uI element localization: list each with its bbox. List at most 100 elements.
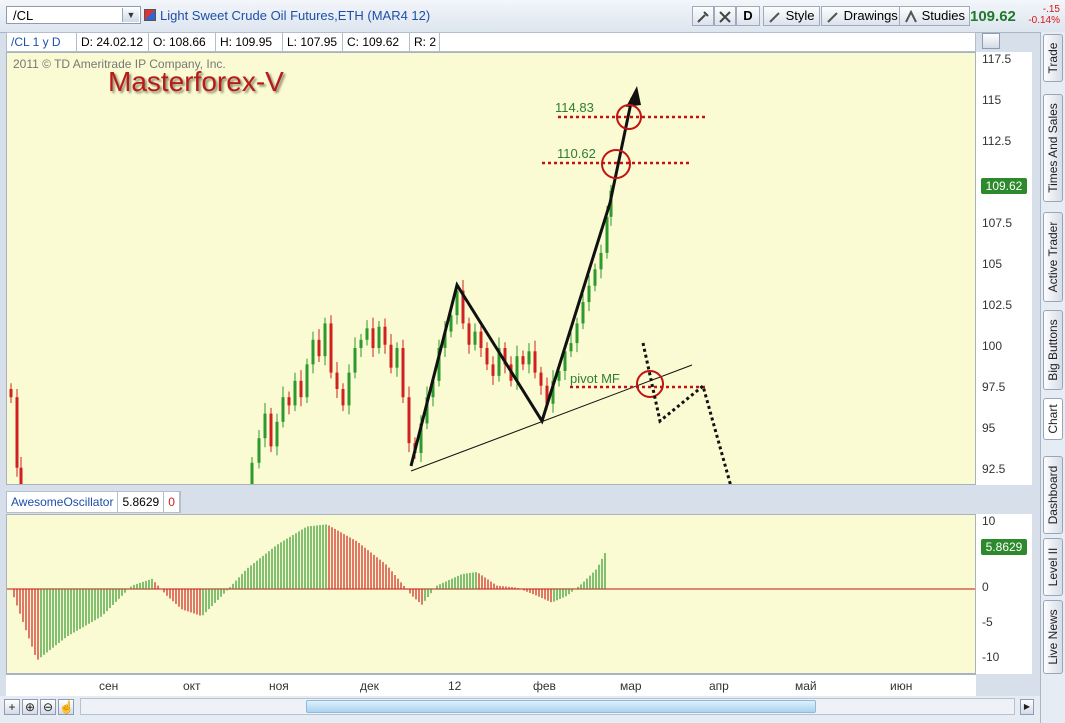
candle-body xyxy=(287,397,291,406)
candle-body xyxy=(383,326,387,345)
candle-body xyxy=(389,344,393,368)
symbol-period[interactable]: /CL 1 y D xyxy=(7,33,77,51)
tab-dashboard[interactable]: Dashboard xyxy=(1043,456,1063,534)
candle-body xyxy=(341,389,345,406)
candle-body xyxy=(299,380,303,398)
zoom-out-icon[interactable]: ⊖ xyxy=(40,699,56,715)
date-label: фев xyxy=(533,679,556,693)
price-axis-label: 97.5 xyxy=(982,380,1006,394)
drawings-button[interactable]: Drawings xyxy=(821,6,903,26)
candle-body xyxy=(593,269,597,286)
price-axis-label: 100 xyxy=(982,339,1003,353)
current-price-tag: 109.62 xyxy=(981,178,1027,194)
candle-body xyxy=(323,323,327,357)
price-axis-label: 117.5 xyxy=(982,52,1012,66)
bar-range: R: 2 xyxy=(410,33,440,51)
candle-body xyxy=(250,462,254,484)
osc-axis-label: -5 xyxy=(982,615,993,629)
candle-body xyxy=(467,323,471,345)
candle-body xyxy=(401,348,405,398)
date-label: июн xyxy=(890,679,913,693)
tab-chart[interactable]: Chart xyxy=(1043,398,1063,440)
chart-settings-icon[interactable] xyxy=(982,33,1000,49)
scrollbar-thumb[interactable] xyxy=(306,700,816,713)
oscillator-value: 5.8629 xyxy=(118,492,165,512)
pencil-icon xyxy=(827,11,838,23)
symbol-selector[interactable]: /CL ▼ xyxy=(6,6,141,24)
tab-trade[interactable]: Trade xyxy=(1043,34,1063,82)
oscillator-extra: 0 xyxy=(164,492,180,512)
price-change: -.15 -0.14% xyxy=(1026,4,1060,26)
candle-body xyxy=(473,331,477,345)
tab-times-and-sales[interactable]: Times And Sales xyxy=(1043,94,1063,202)
style-button[interactable]: Style xyxy=(763,6,820,26)
candle-body xyxy=(311,339,315,365)
studies-label: Studies xyxy=(921,8,965,23)
symbol-input[interactable]: /CL xyxy=(13,8,33,23)
instrument-flag-icon xyxy=(144,9,156,21)
crosshair-icon[interactable]: + xyxy=(4,699,20,715)
candle-body xyxy=(521,356,525,365)
arrow-head-up xyxy=(626,86,641,107)
date-label: ноя xyxy=(269,679,289,693)
drawings-label: Drawings xyxy=(843,8,898,23)
candle-body xyxy=(587,285,591,303)
tab-label: Times And Sales xyxy=(1046,103,1060,193)
scroll-right-icon[interactable]: ▶ xyxy=(1020,699,1034,715)
forecast-path xyxy=(641,342,732,484)
change-percent: -0.14% xyxy=(1028,15,1060,26)
candle-body xyxy=(293,380,297,406)
candle-body xyxy=(569,343,573,352)
tab-active-trader[interactable]: Active Trader xyxy=(1043,212,1063,302)
price-axis-label: 105 xyxy=(982,257,1003,271)
tab-label: Chart xyxy=(1046,404,1060,434)
chart-info-bar: /CL 1 y D D: 24.02.12 O: 108.66 H: 109.9… xyxy=(6,32,976,52)
price-chart[interactable]: 2011 © TD Ameritrade IP Company, Inc. xyxy=(6,52,976,485)
date-axis[interactable]: сен окт ноя дек 12 фев мар апр май июн xyxy=(6,674,976,697)
price-axis-label: 112.5 xyxy=(982,134,1012,148)
oscillator-axis[interactable]: 10 0 -5 -10 5.8629 xyxy=(976,514,1032,674)
candle-body xyxy=(539,372,543,386)
tab-label: Big Buttons xyxy=(1046,319,1060,381)
studies-icon xyxy=(905,9,917,23)
tools-icon[interactable] xyxy=(692,6,714,26)
candle-body xyxy=(19,467,23,484)
pan-icon[interactable]: ☝ xyxy=(58,699,74,715)
candle-body xyxy=(281,397,285,422)
date-label: мар xyxy=(620,679,642,693)
candle-body xyxy=(269,413,273,447)
date-label: 12 xyxy=(448,679,462,693)
right-sidebar: Trade Times And Sales Active Trader Big … xyxy=(1040,32,1065,723)
bar-high: H: 109.95 xyxy=(216,33,283,51)
horizontal-scrollbar[interactable] xyxy=(80,698,1015,715)
top-toolbar: /CL ▼ Light Sweet Crude Oil Futures,ETH … xyxy=(0,0,1065,33)
oscillator-chart[interactable] xyxy=(6,514,976,674)
candle-body xyxy=(575,323,579,344)
watermark-text: Masterforex-V xyxy=(108,66,284,97)
period-d-button[interactable]: D xyxy=(736,6,760,26)
tab-level-ii[interactable]: Level II xyxy=(1043,538,1063,596)
candle-body xyxy=(257,438,261,463)
style-label: Style xyxy=(785,8,815,23)
tab-big-buttons[interactable]: Big Buttons xyxy=(1043,310,1063,390)
chevron-down-icon[interactable]: ▼ xyxy=(122,8,139,22)
candle-body xyxy=(329,323,333,373)
price-axis-label: 115 xyxy=(982,93,1002,107)
candle-body xyxy=(305,364,309,398)
studies-button[interactable]: Studies xyxy=(899,6,970,26)
date-label: сен xyxy=(99,679,119,693)
candle-body xyxy=(533,351,537,373)
price-axis[interactable]: 117.5 115 112.5 107.5 105 102.5 100 97.5… xyxy=(976,52,1032,485)
zoom-in-icon[interactable]: ⊕ xyxy=(22,699,38,715)
date-label: апр xyxy=(709,679,729,693)
bar-close: C: 109.62 xyxy=(343,33,410,51)
tab-label: Live News xyxy=(1046,609,1060,665)
tab-live-news[interactable]: Live News xyxy=(1043,600,1063,674)
candle-body xyxy=(15,397,19,468)
pivot-label: pivot MF xyxy=(570,371,620,386)
oscillator-header: AwesomeOscillator 5.8629 0 xyxy=(6,491,181,513)
settings-icon[interactable] xyxy=(714,6,736,26)
candle-body xyxy=(605,216,609,253)
oscillator-name[interactable]: AwesomeOscillator xyxy=(7,492,119,512)
osc-axis-label: 0 xyxy=(982,580,989,594)
